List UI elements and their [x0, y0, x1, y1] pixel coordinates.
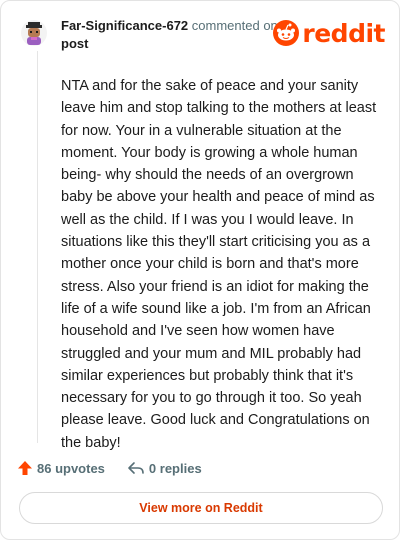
reply-arrow-icon [128, 462, 144, 474]
reddit-wordmark: reddit [302, 18, 385, 48]
upvotes-label: 86 upvotes [37, 460, 105, 476]
avatar[interactable] [19, 17, 49, 47]
snoo-icon [273, 20, 300, 46]
thread-line [37, 51, 38, 443]
upvote-arrow-icon [18, 461, 32, 475]
view-more-label: View more on Reddit [139, 501, 263, 515]
comment-meta: Far-Significance-672 commented on post [61, 17, 291, 53]
view-more-button[interactable]: View more on Reddit [19, 492, 383, 524]
commented-on-text: commented on [191, 18, 278, 33]
username-link[interactable]: Far-Significance-672 [61, 18, 188, 33]
comment-actions: 86 upvotes 0 replies [17, 457, 377, 479]
embedded-comment-card: Far-Significance-672 commented on post r… [0, 0, 400, 540]
comment-body: NTA and for the sake of peace and your s… [61, 78, 377, 451]
replies-label: 0 replies [148, 460, 202, 476]
reddit-logo[interactable]: reddit [273, 18, 385, 48]
upvotes-button[interactable]: 86 upvotes [17, 460, 105, 476]
comment-header: Far-Significance-672 commented on post r… [17, 15, 385, 55]
replies-button[interactable]: 0 replies [127, 460, 202, 476]
post-link[interactable]: post [61, 35, 291, 53]
